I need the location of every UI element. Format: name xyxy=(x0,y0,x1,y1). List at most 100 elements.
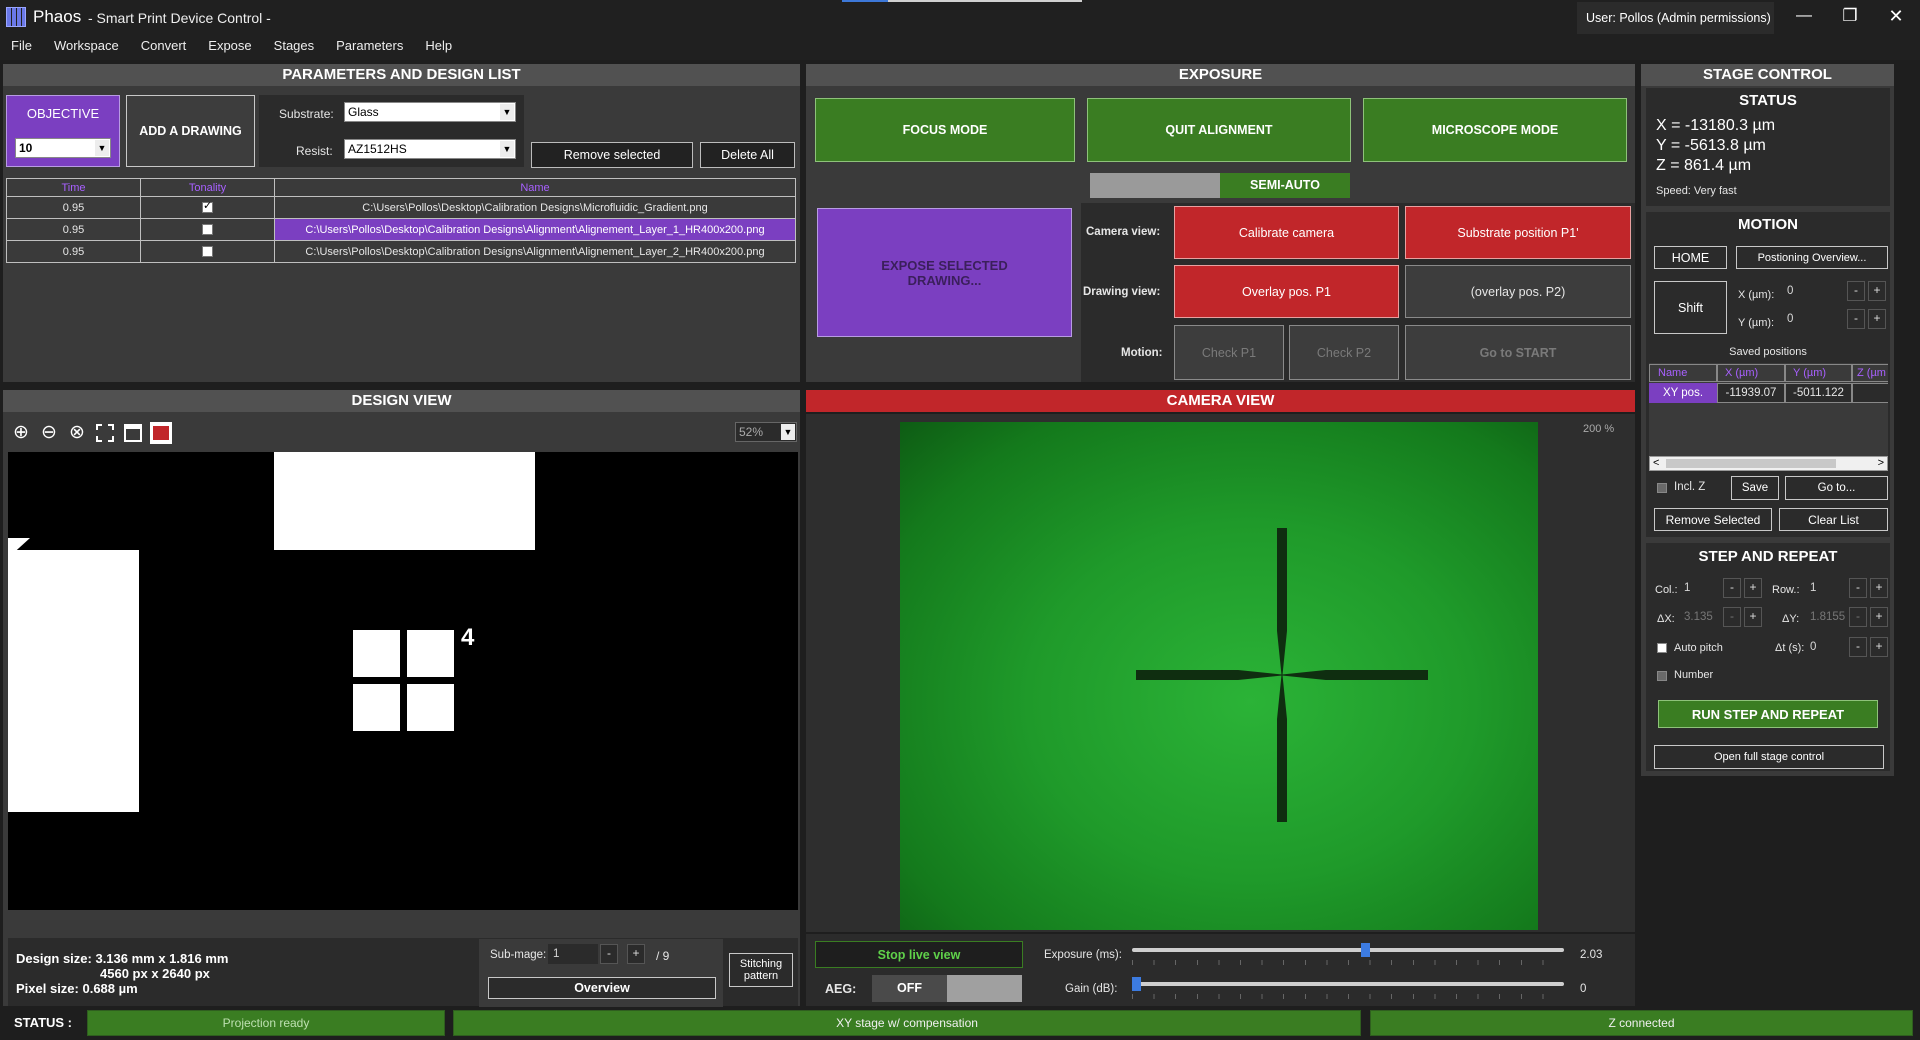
minimize-button[interactable]: — xyxy=(1786,7,1822,25)
column-header-name[interactable]: Name xyxy=(274,178,796,197)
run-step-repeat-button[interactable]: RUN STEP AND REPEAT xyxy=(1658,700,1878,728)
go-to-button[interactable]: Go to... xyxy=(1785,476,1888,500)
dt-input[interactable]: 0 xyxy=(1805,637,1847,657)
check-p1-button[interactable]: Check P1 xyxy=(1174,325,1284,380)
menu-file[interactable]: File xyxy=(0,36,43,56)
saved-col-y[interactable]: Y (µm) xyxy=(1785,364,1852,382)
substrate-select[interactable]: Glass ▼ xyxy=(344,102,516,122)
dy-decrement-button[interactable]: - xyxy=(1849,607,1867,627)
home-button[interactable]: HOME xyxy=(1654,246,1727,269)
table-row[interactable]: 0.95 C:\Users\Pollos\Desktop\Calibration… xyxy=(6,196,796,219)
overlay-pos-p1-button[interactable]: Overlay pos. P1 xyxy=(1174,265,1399,318)
exposure-slider-track[interactable] xyxy=(1132,948,1564,952)
auto-pitch-checkbox[interactable] xyxy=(1657,643,1667,653)
table-row[interactable]: 0.95 C:\Users\Pollos\Desktop\Calibration… xyxy=(6,240,796,263)
dy-input[interactable]: 1.8155 xyxy=(1805,607,1847,627)
dx-increment-button[interactable]: + xyxy=(1744,607,1762,627)
save-position-button[interactable]: Save xyxy=(1731,476,1779,500)
menu-parameters[interactable]: Parameters xyxy=(325,36,414,56)
menu-workspace[interactable]: Workspace xyxy=(43,36,130,56)
image-view-icon[interactable] xyxy=(150,422,172,444)
scroll-right-icon[interactable]: > xyxy=(1878,457,1884,469)
close-button[interactable]: ✕ xyxy=(1878,6,1914,27)
saved-col-name[interactable]: Name xyxy=(1649,364,1717,382)
check-p2-button[interactable]: Check P2 xyxy=(1289,325,1399,380)
saved-row-y[interactable]: -5011.122 xyxy=(1785,383,1852,403)
saved-col-x[interactable]: X (µm) xyxy=(1717,364,1785,382)
menu-stages[interactable]: Stages xyxy=(263,36,325,56)
exposure-slider-thumb[interactable] xyxy=(1361,943,1371,957)
dt-increment-button[interactable]: + xyxy=(1870,637,1888,657)
expose-selected-button[interactable]: EXPOSE SELECTED DRAWING... xyxy=(817,208,1072,337)
calibrate-camera-button[interactable]: Calibrate camera xyxy=(1174,206,1399,259)
row-input[interactable]: 1 xyxy=(1805,578,1847,598)
row-tonality[interactable] xyxy=(140,240,275,263)
row-tonality[interactable] xyxy=(140,196,275,219)
shift-x-increment-button[interactable]: + xyxy=(1868,281,1886,301)
tonality-checkbox[interactable] xyxy=(202,224,213,236)
semi-auto-toggle[interactable]: SEMI-AUTO xyxy=(1090,173,1350,198)
select-area-icon[interactable] xyxy=(94,422,116,444)
scroll-left-icon[interactable]: < xyxy=(1653,457,1659,469)
shift-y-decrement-button[interactable]: - xyxy=(1847,309,1865,329)
table-row[interactable]: 0.95 C:\Users\Pollos\Desktop\Calibration… xyxy=(6,218,796,241)
subimage-increment-button[interactable]: + xyxy=(627,944,645,964)
col-decrement-button[interactable]: - xyxy=(1723,578,1741,598)
tonality-checkbox[interactable] xyxy=(202,199,213,214)
camera-feed[interactable] xyxy=(900,422,1538,930)
objective-select[interactable]: 10 ▼ xyxy=(15,138,111,158)
microscope-mode-button[interactable]: MICROSCOPE MODE xyxy=(1363,98,1627,162)
positioning-overview-button[interactable]: Postioning Overview... xyxy=(1736,246,1888,269)
resist-select[interactable]: AZ1512HS ▼ xyxy=(344,139,516,159)
zoom-in-icon[interactable]: ⊕ xyxy=(10,422,32,444)
shift-y-input[interactable]: 0 xyxy=(1782,309,1847,329)
col-input[interactable]: 1 xyxy=(1679,578,1721,598)
maximize-button[interactable]: ❐ xyxy=(1832,6,1868,26)
add-drawing-button[interactable]: ADD A DRAWING xyxy=(126,95,255,167)
incl-z-checkbox[interactable] xyxy=(1657,483,1667,493)
subimage-decrement-button[interactable]: - xyxy=(600,944,618,964)
saved-col-z[interactable]: Z (µm xyxy=(1852,364,1888,382)
overview-button[interactable]: Overview xyxy=(488,977,716,999)
zoom-out-icon[interactable]: ⊖ xyxy=(38,422,60,444)
menu-expose[interactable]: Expose xyxy=(197,36,262,56)
clear-list-button[interactable]: Clear List xyxy=(1779,508,1888,531)
go-to-start-button[interactable]: Go to START xyxy=(1405,325,1631,380)
tonality-checkbox[interactable] xyxy=(202,246,213,258)
subimage-input[interactable]: 1 xyxy=(548,944,598,964)
gain-slider-track[interactable] xyxy=(1132,982,1564,986)
delete-all-button[interactable]: Delete All xyxy=(700,142,795,168)
dy-increment-button[interactable]: + xyxy=(1870,607,1888,627)
saved-row-z[interactable] xyxy=(1852,383,1888,403)
column-header-time[interactable]: Time xyxy=(6,178,141,197)
remove-selected-button[interactable]: Remove selected xyxy=(531,142,693,168)
focus-mode-button[interactable]: FOCUS MODE xyxy=(815,98,1075,162)
menu-help[interactable]: Help xyxy=(414,36,463,56)
stop-live-view-button[interactable]: Stop live view xyxy=(815,941,1023,968)
substrate-position-p1-button[interactable]: Substrate position P1' xyxy=(1405,206,1631,259)
row-decrement-button[interactable]: - xyxy=(1849,578,1867,598)
saved-list-scrollbar[interactable]: < > xyxy=(1649,456,1888,471)
dx-input[interactable]: 3.135 xyxy=(1679,607,1721,627)
fit-view-icon[interactable]: ⊗ xyxy=(66,422,88,444)
shift-x-input[interactable]: 0 xyxy=(1782,281,1847,301)
design-canvas[interactable]: 4 xyxy=(8,452,798,910)
aeg-toggle[interactable]: OFF xyxy=(872,975,1022,1002)
col-increment-button[interactable]: + xyxy=(1744,578,1762,598)
quit-alignment-button[interactable]: QUIT ALIGNMENT xyxy=(1087,98,1351,162)
remove-selected-position-button[interactable]: Remove Selected xyxy=(1654,508,1772,531)
overlay-pos-p2-button[interactable]: (overlay pos. P2) xyxy=(1405,265,1631,318)
number-checkbox[interactable] xyxy=(1657,671,1667,681)
saved-row-name[interactable]: XY pos. xyxy=(1649,383,1717,403)
open-full-stage-control-button[interactable]: Open full stage control xyxy=(1654,745,1884,769)
shift-button[interactable]: Shift xyxy=(1654,281,1727,334)
row-tonality[interactable] xyxy=(140,218,275,241)
menu-convert[interactable]: Convert xyxy=(130,36,198,56)
dx-decrement-button[interactable]: - xyxy=(1723,607,1741,627)
column-header-tonality[interactable]: Tonality xyxy=(140,178,275,197)
shift-y-increment-button[interactable]: + xyxy=(1868,309,1886,329)
dt-decrement-button[interactable]: - xyxy=(1849,637,1867,657)
design-zoom-select[interactable]: 52% ▼ xyxy=(735,422,797,442)
saved-row-x[interactable]: -11939.07 xyxy=(1717,383,1785,403)
shift-x-decrement-button[interactable]: - xyxy=(1847,281,1865,301)
